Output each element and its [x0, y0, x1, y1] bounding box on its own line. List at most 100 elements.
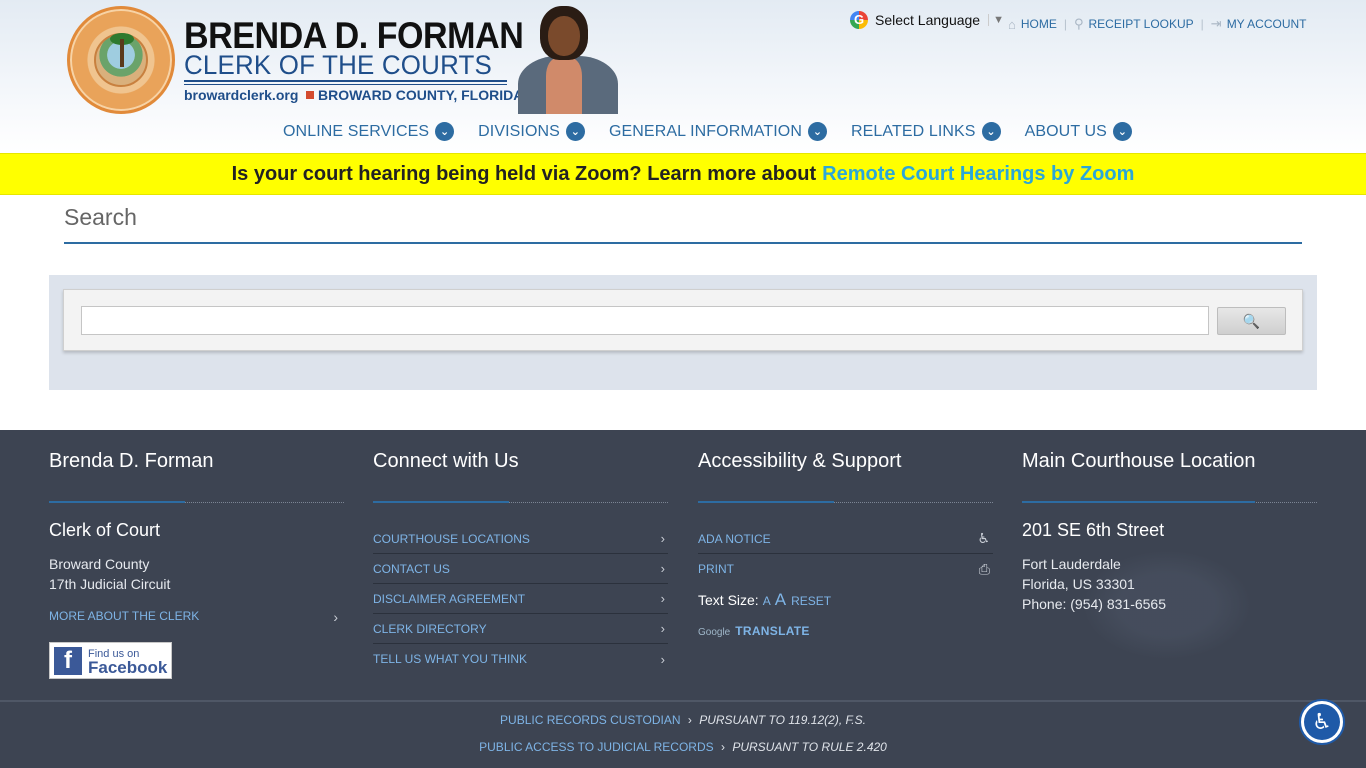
link-label[interactable]: MORE ABOUT THE CLERK — [49, 609, 199, 625]
brand-square-icon — [306, 91, 314, 99]
footer-col-location: Main Courthouse Location 201 SE 6th Stre… — [1022, 450, 1317, 660]
chevron-right-icon: › — [660, 651, 665, 667]
wheelchair-icon: ♿ — [977, 530, 990, 546]
facebook-big: Facebook — [88, 657, 168, 677]
text-size-reset-button[interactable]: RESET — [791, 594, 831, 608]
clerk-info: Broward County 17th Judicial Circuit — [49, 554, 170, 594]
main-nav: ONLINE SERVICES ⌄ DIVISIONS ⌄ GENERAL IN… — [283, 122, 1156, 141]
link-label[interactable]: DISCLAIMER AGREEMENT — [373, 592, 525, 606]
nav-label[interactable]: DIVISIONS — [478, 123, 560, 141]
top-link-my-account[interactable]: ⇥ MY ACCOUNT — [1211, 16, 1307, 32]
top-link-label[interactable]: RECEIPT LOOKUP — [1089, 17, 1194, 31]
link-label[interactable]: COURTHOUSE LOCATIONS — [373, 532, 530, 546]
translate-link[interactable]: TRANSLATE — [735, 624, 809, 638]
top-links: ⌂ HOME | ⚲ RECEIPT LOOKUP | ⇥ MY ACCOUNT — [1008, 16, 1306, 32]
nav-label[interactable]: GENERAL INFORMATION — [609, 123, 802, 141]
link-tell-us[interactable]: TELL US WHAT YOU THINK › — [373, 644, 668, 674]
link-label[interactable]: CLERK DIRECTORY — [373, 622, 487, 636]
chevron-right-icon: › — [660, 621, 665, 636]
nav-online-services[interactable]: ONLINE SERVICES ⌄ — [283, 122, 455, 141]
facebook-text: Find us on Facebook — [88, 647, 168, 677]
link-disclaimer-agreement[interactable]: DISCLAIMER AGREEMENT › — [373, 584, 668, 614]
heading-rule-accent — [1022, 501, 1255, 503]
nav-about-us[interactable]: ABOUT US ⌄ — [1025, 122, 1132, 141]
search-input[interactable] — [81, 306, 1209, 335]
link-courthouse-locations[interactable]: COURTHOUSE LOCATIONS › — [373, 524, 668, 554]
sign-in-icon: ⇥ — [1210, 16, 1222, 31]
phone-text: Phone: (954) 831-6565 — [1022, 596, 1166, 612]
page-title: Search — [64, 204, 137, 230]
records-custodian-link[interactable]: PUBLIC RECORDS CUSTODIAN — [500, 713, 680, 727]
link-contact-us[interactable]: CONTACT US › — [373, 554, 668, 584]
brand-subtitle[interactable]: CLERK OF THE COURTS — [184, 51, 492, 79]
clerk-portrait — [512, 4, 624, 114]
banner-text: Is your court hearing being held via Zoo… — [231, 162, 817, 185]
search-area: 🔍 — [49, 275, 1317, 390]
chevron-down-icon[interactable]: ⌄ — [435, 122, 455, 141]
caret-down-icon[interactable]: ▼ — [988, 14, 1004, 26]
facebook-icon: f — [54, 646, 82, 675]
brand-rule — [184, 80, 507, 82]
bottom-bar: PUBLIC RECORDS CUSTODIAN › PURSUANT TO 1… — [0, 700, 1366, 768]
footer-col-clerk: Brenda D. Forman Clerk of Court Broward … — [49, 450, 344, 679]
nav-related-links[interactable]: RELATED LINKS ⌄ — [851, 122, 1001, 141]
chevron-down-icon[interactable]: ⌄ — [807, 122, 827, 141]
nav-general-information[interactable]: GENERAL INFORMATION ⌄ — [609, 122, 827, 141]
judicial-records-line: PUBLIC ACCESS TO JUDICIAL RECORDS › PURS… — [0, 740, 1366, 754]
clerk-seal-logo[interactable] — [67, 6, 175, 114]
chevron-down-icon[interactable]: ⌄ — [981, 122, 1001, 141]
search-icon: 🔍 — [1242, 312, 1261, 329]
link-print[interactable]: PRINT ⎙ — [698, 554, 993, 584]
chevron-right-icon: › — [687, 713, 692, 727]
printer-icon: ⎙ — [978, 560, 990, 577]
portrait-face — [548, 16, 580, 56]
street-address: 201 SE 6th Street — [1022, 520, 1165, 540]
clerk-subtitle: Clerk of Court — [49, 520, 161, 540]
facebook-badge[interactable]: f Find us on Facebook — [49, 642, 172, 679]
judicial-records-link[interactable]: PUBLIC ACCESS TO JUDICIAL RECORDS — [479, 740, 714, 754]
more-about-clerk-link[interactable]: MORE ABOUT THE CLERK › — [49, 609, 344, 625]
chevron-down-icon[interactable]: ⌄ — [565, 122, 585, 141]
language-selector[interactable]: G Select Language ▼ — [850, 10, 1004, 30]
link-label[interactable]: ADA NOTICE — [698, 532, 771, 546]
google-translate[interactable]: Google TRANSLATE — [698, 624, 810, 638]
footer-col-connect: Connect with Us COURTHOUSE LOCATIONS › C… — [373, 450, 668, 667]
nav-label[interactable]: ONLINE SERVICES — [283, 123, 429, 141]
chevron-right-icon: › — [660, 531, 665, 546]
connect-links: COURTHOUSE LOCATIONS › CONTACT US › DISC… — [373, 524, 668, 674]
language-label[interactable]: Select Language — [875, 12, 980, 28]
home-icon: ⌂ — [1008, 16, 1016, 32]
chevron-right-icon: › — [721, 740, 725, 754]
google-logo: Google — [698, 627, 731, 638]
nav-label[interactable]: RELATED LINKS — [851, 123, 976, 141]
top-link-receipt-lookup[interactable]: ⚲ RECEIPT LOOKUP — [1074, 16, 1194, 32]
rule-text: PURSUANT TO RULE 2.420 — [732, 740, 887, 754]
nav-label[interactable]: ABOUT US — [1025, 123, 1107, 141]
brand-url[interactable]: browardclerk.org — [184, 87, 298, 103]
statute-text: PURSUANT TO 119.12(2), F.S. — [699, 713, 866, 727]
link-label[interactable]: CONTACT US — [373, 562, 450, 576]
top-link-label[interactable]: HOME — [1021, 17, 1057, 31]
google-icon: G — [850, 11, 868, 29]
heading-rule-accent — [49, 501, 185, 503]
chevron-down-icon[interactable]: ⌄ — [1112, 122, 1132, 141]
search-button[interactable]: 🔍 — [1217, 307, 1286, 335]
text-size-large-button[interactable]: A — [775, 590, 786, 610]
text-size-small-button[interactable]: A — [763, 594, 771, 608]
search-box: 🔍 — [63, 289, 1303, 351]
link-label[interactable]: TELL US WHAT YOU THINK — [373, 652, 527, 666]
link-clerk-directory[interactable]: CLERK DIRECTORY › — [373, 614, 668, 644]
nav-divisions[interactable]: DIVISIONS ⌄ — [478, 122, 585, 141]
footer-heading: Accessibility & Support — [698, 450, 902, 472]
top-link-home[interactable]: ⌂ HOME — [1008, 17, 1057, 32]
text-size-control: Text Size: A A RESET — [698, 590, 831, 610]
link-label[interactable]: PRINT — [698, 562, 734, 576]
remote-hearings-link[interactable]: Remote Court Hearings by Zoom — [822, 163, 1134, 186]
zoom-alert-banner: Is your court hearing being held via Zoo… — [0, 153, 1366, 195]
link-ada-notice[interactable]: ADA NOTICE ♿ — [698, 524, 993, 554]
records-custodian-line: PUBLIC RECORDS CUSTODIAN › PURSUANT TO 1… — [0, 713, 1366, 727]
accessibility-widget-button[interactable]: ♿ — [1299, 699, 1345, 745]
state-zip-text: Florida, US 33301 — [1022, 576, 1135, 592]
top-link-label[interactable]: MY ACCOUNT — [1227, 17, 1307, 31]
site-footer: Brenda D. Forman Clerk of Court Broward … — [0, 430, 1366, 700]
